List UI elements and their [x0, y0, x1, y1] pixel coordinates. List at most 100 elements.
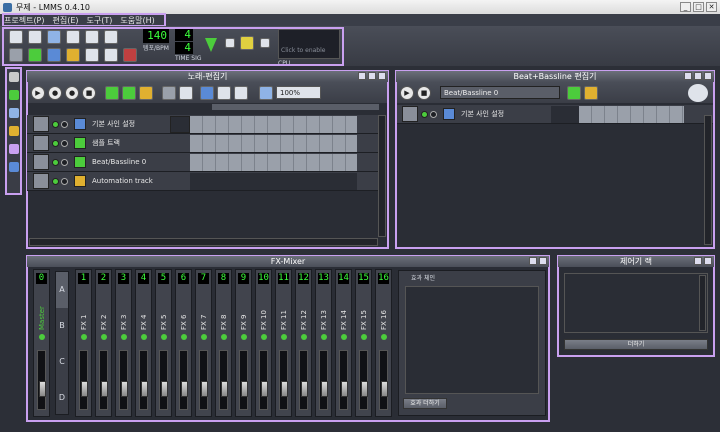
- track-settings-icon[interactable]: [402, 106, 418, 122]
- fx-channel-label[interactable]: FX 3: [120, 290, 128, 330]
- fx-fader[interactable]: [379, 350, 388, 410]
- bb-knobs[interactable]: [551, 105, 579, 123]
- fx-channel-label[interactable]: FX 16: [380, 290, 388, 330]
- fader-knob[interactable]: [201, 381, 208, 397]
- vertical-scrollbar[interactable]: [378, 115, 386, 237]
- maximize-button[interactable]: □: [693, 2, 704, 12]
- fader-knob[interactable]: [39, 381, 46, 397]
- track-name[interactable]: Automation track: [92, 177, 190, 185]
- fx-fader[interactable]: [119, 350, 128, 410]
- fx-fader[interactable]: [179, 350, 188, 410]
- empty-track-area[interactable]: [190, 172, 357, 190]
- track-mute-led[interactable]: [52, 158, 59, 166]
- fx-channel[interactable]: 13 FX 13: [315, 269, 332, 417]
- fx-channel-label[interactable]: FX 13: [320, 290, 328, 330]
- send-b[interactable]: B: [56, 308, 68, 344]
- horizontal-scrollbar[interactable]: [29, 238, 378, 246]
- fx-channel-label[interactable]: FX 2: [100, 290, 108, 330]
- zoom-select[interactable]: 100%: [276, 86, 321, 99]
- master-fader[interactable]: [37, 350, 46, 410]
- record-play-button[interactable]: ●: [65, 85, 79, 100]
- fx-channel-label[interactable]: FX 9: [240, 290, 248, 330]
- fx-mixer-max[interactable]: [529, 257, 537, 265]
- fader-knob[interactable]: [221, 381, 228, 397]
- fx-channel-label[interactable]: FX 8: [220, 290, 228, 330]
- fx-fader[interactable]: [159, 350, 168, 410]
- track-settings-icon[interactable]: [33, 173, 49, 189]
- fx-channel-led[interactable]: [240, 334, 247, 340]
- bb-stop-button[interactable]: ■: [417, 85, 431, 100]
- track-mute-led[interactable]: [52, 177, 59, 185]
- projects-icon[interactable]: [8, 90, 19, 100]
- controller-rack-close[interactable]: [704, 257, 712, 265]
- draw-mode-icon[interactable]: [162, 85, 176, 100]
- fx-channel[interactable]: 9 FX 9: [235, 269, 252, 417]
- track-solo-led[interactable]: [61, 158, 68, 166]
- add-automation-track-icon[interactable]: [139, 85, 153, 100]
- add-sample-track-icon[interactable]: [122, 85, 136, 100]
- master-led[interactable]: [38, 334, 45, 340]
- fx-channel-label[interactable]: FX 7: [200, 290, 208, 330]
- bb-play-button[interactable]: ▶: [400, 85, 414, 100]
- fader-knob[interactable]: [121, 381, 128, 397]
- fx-fader[interactable]: [359, 350, 368, 410]
- fx-channel-led[interactable]: [100, 334, 107, 340]
- track-solo-led[interactable]: [61, 139, 68, 147]
- record-button[interactable]: ●: [48, 85, 62, 100]
- track-name[interactable]: Beat/Bassline 0: [92, 158, 190, 166]
- fx-channel-led[interactable]: [180, 334, 187, 340]
- volume-knob[interactable]: [170, 115, 190, 133]
- fx-channel-led[interactable]: [320, 334, 327, 340]
- add-controller-button[interactable]: 더하기: [564, 339, 708, 350]
- fader-knob[interactable]: [361, 381, 368, 397]
- samples-icon[interactable]: [8, 108, 19, 118]
- fx-channel[interactable]: 11 FX 11: [275, 269, 292, 417]
- fx-fader[interactable]: [139, 350, 148, 410]
- fx-channel-led[interactable]: [300, 334, 307, 340]
- fx-fader[interactable]: [199, 350, 208, 410]
- stop-behavior-icon[interactable]: [234, 85, 248, 100]
- fader-knob[interactable]: [341, 381, 348, 397]
- fx-channel[interactable]: 12 FX 12: [295, 269, 312, 417]
- add-beat-icon[interactable]: [567, 85, 581, 100]
- bb-scrollbar[interactable]: [704, 115, 712, 245]
- fx-channel-label[interactable]: FX 10: [260, 290, 268, 330]
- fx-channel-label[interactable]: FX 14: [340, 290, 348, 330]
- controller-list[interactable]: [564, 273, 708, 333]
- fader-knob[interactable]: [181, 381, 188, 397]
- fx-channel-label[interactable]: FX 11: [280, 290, 288, 330]
- track-name[interactable]: 샘플 트랙: [92, 138, 190, 148]
- fx-channel[interactable]: 8 FX 8: [215, 269, 232, 417]
- track-solo-led[interactable]: [61, 177, 68, 185]
- fx-fader[interactable]: [219, 350, 228, 410]
- bb-track-name[interactable]: 기본 사인 설정: [461, 109, 551, 119]
- controller-rack-max[interactable]: [694, 257, 702, 265]
- stop-button[interactable]: ■: [82, 85, 96, 100]
- add-automation-icon[interactable]: [584, 85, 598, 100]
- fader-knob[interactable]: [161, 381, 168, 397]
- fx-fader[interactable]: [239, 350, 248, 410]
- fx-channel[interactable]: 10 FX 10: [255, 269, 272, 417]
- fx-channel-label[interactable]: FX 12: [300, 290, 308, 330]
- fx-channel-led[interactable]: [80, 334, 87, 340]
- add-effect-button[interactable]: 효과 더하기: [403, 398, 447, 409]
- fx-fader[interactable]: [299, 350, 308, 410]
- fx-channel-led[interactable]: [220, 334, 227, 340]
- fx-channel-label[interactable]: FX 4: [140, 290, 148, 330]
- send-a[interactable]: A: [56, 272, 68, 308]
- computer-icon[interactable]: [8, 162, 19, 172]
- bb-editor-close[interactable]: [704, 72, 712, 80]
- instrument-plugins-icon[interactable]: [8, 72, 19, 82]
- fx-channel[interactable]: 1 FX 1: [75, 269, 92, 417]
- fader-knob[interactable]: [281, 381, 288, 397]
- fx-channel-led[interactable]: [280, 334, 287, 340]
- fx-fader[interactable]: [259, 350, 268, 410]
- fx-channel-label[interactable]: FX 1: [80, 290, 88, 330]
- play-button[interactable]: ▶: [31, 85, 45, 100]
- fx-channel-led[interactable]: [260, 334, 267, 340]
- fx-channel-led[interactable]: [120, 334, 127, 340]
- track-solo-led[interactable]: [61, 120, 68, 128]
- autoscroll-icon[interactable]: [200, 85, 214, 100]
- bb-editor-min[interactable]: [684, 72, 692, 80]
- add-bb-track-icon[interactable]: [105, 85, 119, 100]
